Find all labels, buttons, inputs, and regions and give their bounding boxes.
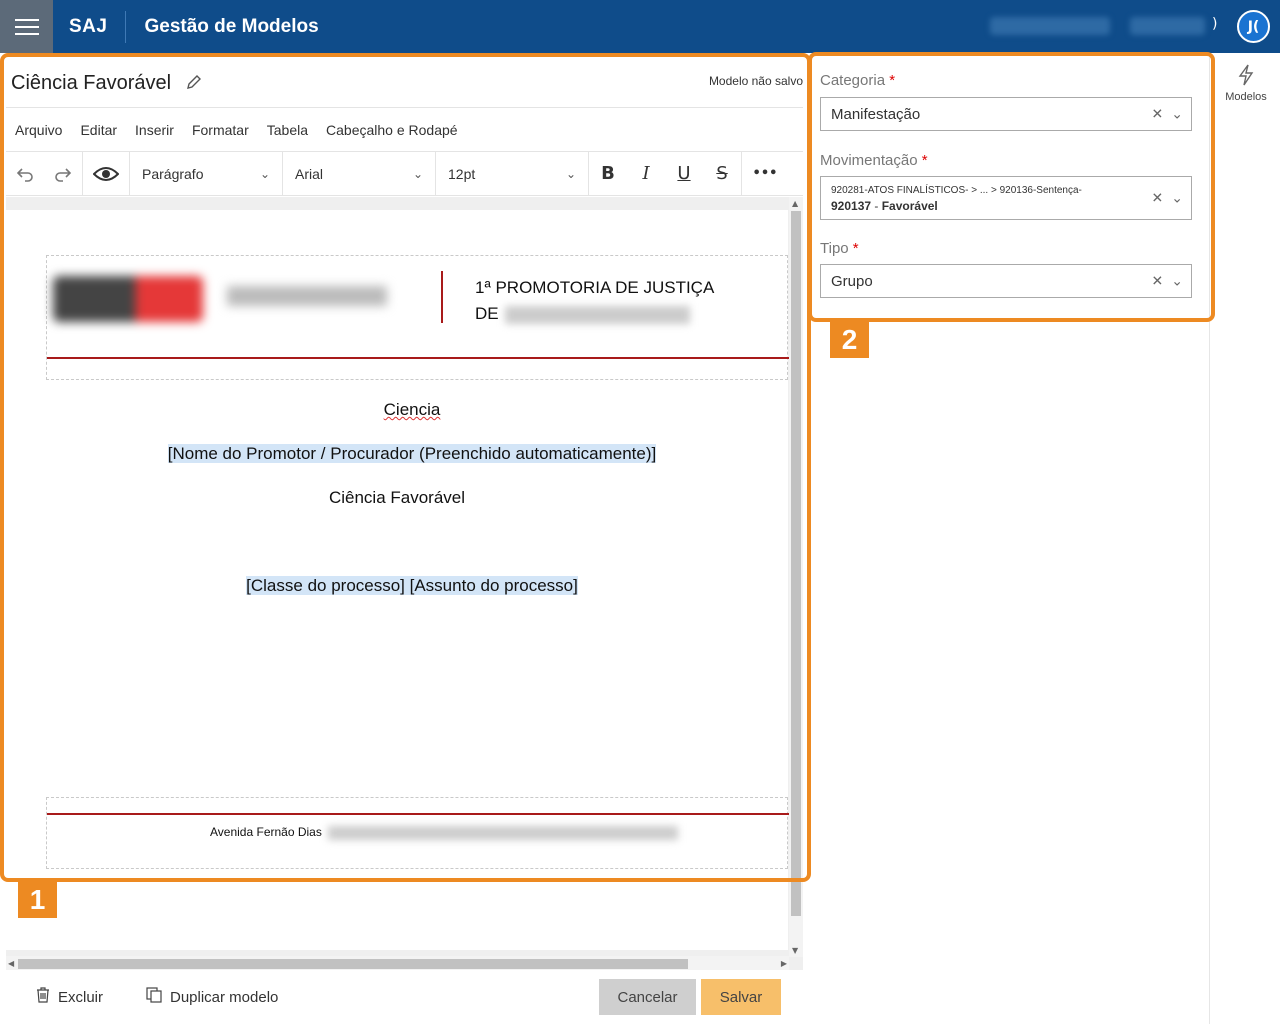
page-header[interactable]: 1ª PROMOTORIA DE JUSTIÇA DE xyxy=(46,255,789,380)
modelos-sidebar-button[interactable]: Modelos xyxy=(1212,64,1280,103)
brand-logo[interactable]: SAJ xyxy=(69,16,107,38)
menu-icon[interactable] xyxy=(0,0,53,53)
movimentacao-code: 920137 xyxy=(831,199,872,213)
page-footer[interactable]: Avenida Fernão Dias xyxy=(46,797,789,869)
promotoria-name-blurred xyxy=(504,305,690,324)
edit-pencil-icon[interactable] xyxy=(185,73,203,95)
paragraph-select-value: Parágrafo xyxy=(142,165,204,182)
copy-icon xyxy=(146,987,162,1007)
menu-editar[interactable]: Editar xyxy=(80,122,117,138)
menu-formatar[interactable]: Formatar xyxy=(192,122,249,138)
clear-icon[interactable]: ✕ xyxy=(1152,273,1164,290)
header-paren: ) xyxy=(1212,16,1218,32)
chevron-down-icon[interactable]: ⌄ xyxy=(1171,273,1183,290)
document-canvas[interactable]: 1ª PROMOTORIA DE JUSTIÇA DE Ciencia [Nom… xyxy=(6,197,803,970)
menu-bar: Arquivo Editar Inserir Formatar Tabela C… xyxy=(6,108,803,152)
trash-icon xyxy=(36,987,50,1007)
delete-button[interactable]: Excluir xyxy=(36,979,103,1015)
more-options-button[interactable]: ••• xyxy=(742,152,788,196)
menu-cabecalho-rodape[interactable]: Cabeçalho e Rodapé xyxy=(326,122,458,138)
chevron-down-icon: ⌄ xyxy=(565,166,576,181)
chevron-down-icon[interactable]: ⌄ xyxy=(1171,190,1183,207)
paragraph-select[interactable]: Parágrafo ⌄ xyxy=(130,152,282,196)
user-org-blurred xyxy=(1130,17,1205,35)
footer-address-blurred xyxy=(327,825,678,840)
clear-icon[interactable]: ✕ xyxy=(1152,106,1164,123)
strikethrough-button[interactable]: S xyxy=(703,152,741,196)
doc-title[interactable]: Ciência Favorável xyxy=(11,72,171,95)
scroll-up-icon[interactable]: ▲ xyxy=(792,199,798,208)
vertical-scrollbar[interactable]: ▲ ▼ xyxy=(789,197,803,957)
categoria-label: Categoria * xyxy=(820,72,896,89)
menu-arquivo[interactable]: Arquivo xyxy=(15,122,62,138)
horizontal-scroll-thumb[interactable] xyxy=(18,959,688,969)
chevron-down-icon: ⌄ xyxy=(412,166,423,181)
delete-label: Excluir xyxy=(58,988,104,1006)
size-select-value: 12pt xyxy=(448,165,476,182)
bold-button[interactable]: B xyxy=(589,152,627,196)
chevron-down-icon[interactable]: ⌄ xyxy=(1171,106,1183,123)
scroll-left-icon[interactable]: ◀ xyxy=(8,959,14,968)
movimentacao-label: Movimentação * xyxy=(820,152,928,169)
movimentacao-name: Favorável xyxy=(881,199,938,213)
clear-icon[interactable]: ✕ xyxy=(1152,190,1164,207)
footer-red-rule xyxy=(47,813,789,815)
document-page[interactable]: 1ª PROMOTORIA DE JUSTIÇA DE Ciencia [Nom… xyxy=(6,210,789,950)
mpsp-logo xyxy=(53,276,203,322)
avatar[interactable]: J( xyxy=(1237,10,1270,43)
horizontal-scrollbar[interactable]: ◀ ▶ xyxy=(6,956,789,970)
duplicate-button[interactable]: Duplicar modelo xyxy=(146,979,278,1015)
menu-tabela[interactable]: Tabela xyxy=(267,122,308,138)
lightning-icon xyxy=(1212,64,1280,91)
vertical-scroll-thumb[interactable] xyxy=(791,211,801,916)
tipo-select[interactable]: Grupo ✕ ⌄ xyxy=(820,264,1192,298)
editor-area: Ciência Favorável Modelo não salvo Arqui… xyxy=(6,60,803,970)
font-select[interactable]: Arial ⌄ xyxy=(283,152,435,196)
font-select-value: Arial xyxy=(295,165,324,182)
preview-eye-icon[interactable] xyxy=(83,152,129,196)
doc-header: Ciência Favorável Modelo não salvo xyxy=(6,60,803,108)
save-status: Modelo não salvo xyxy=(708,74,803,88)
header-red-rule xyxy=(47,357,789,359)
format-toolbar: Parágrafo ⌄ Arial ⌄ 12pt ⌄ B I U S ••• xyxy=(6,151,803,196)
categoria-value: Manifestação xyxy=(831,105,921,123)
user-info-blurred xyxy=(990,17,1110,35)
scroll-right-icon[interactable]: ▶ xyxy=(781,959,787,968)
save-button[interactable]: Salvar xyxy=(701,979,781,1015)
callout-badge-1: 1 xyxy=(18,882,57,918)
redo-icon[interactable] xyxy=(44,152,82,196)
logo-text-blurred xyxy=(227,286,387,306)
placeholder-nome-promotor[interactable]: [Nome do Promotor / Procurador (Preenchi… xyxy=(167,444,657,463)
header-vertical-rule xyxy=(441,271,443,323)
movimentacao-select[interactable]: 920281-ATOS FINALÍSTICOS- > ... > 920136… xyxy=(820,176,1192,220)
doc-line-favoravel: Ciência Favorável xyxy=(328,488,466,507)
categoria-select[interactable]: Manifestação ✕ ⌄ xyxy=(820,97,1192,131)
placeholder-classe-assunto[interactable]: [Classe do processo] [Assunto do process… xyxy=(246,576,578,595)
app-title: Gestão de Modelos xyxy=(144,15,319,37)
footer-address-text: Avenida Fernão Dias xyxy=(210,825,322,839)
modelos-label: Modelos xyxy=(1225,91,1267,103)
footer-address: Avenida Fernão Dias xyxy=(210,825,678,840)
callout-badge-2: 2 xyxy=(830,322,869,358)
scroll-down-icon[interactable]: ▼ xyxy=(792,946,798,955)
cancel-button[interactable]: Cancelar xyxy=(599,979,696,1015)
size-select[interactable]: 12pt ⌄ xyxy=(436,152,588,196)
underline-button[interactable]: U xyxy=(665,152,703,196)
duplicate-label: Duplicar modelo xyxy=(170,988,279,1006)
italic-button[interactable]: I xyxy=(627,152,665,196)
tipo-label: Tipo * xyxy=(820,240,859,257)
promotoria-line1: 1ª PROMOTORIA DE JUSTIÇA xyxy=(475,278,715,297)
side-divider xyxy=(1209,53,1210,1024)
header-divider xyxy=(125,10,127,43)
menu-inserir[interactable]: Inserir xyxy=(135,122,174,138)
chevron-down-icon: ⌄ xyxy=(259,166,270,181)
promotoria-text: 1ª PROMOTORIA DE JUSTIÇA DE xyxy=(475,275,714,327)
bottom-action-bar: Excluir Duplicar modelo Cancelar Salvar xyxy=(0,975,805,1024)
model-properties-panel: Categoria * Manifestação ✕ ⌄ Movimentação… xyxy=(815,58,1200,318)
movimentacao-path: 920281-ATOS FINALÍSTICOS- > ... > 920136… xyxy=(831,185,1082,196)
doc-line-ciencia: Ciencia xyxy=(383,400,441,419)
tipo-value: Grupo xyxy=(831,272,873,290)
promotoria-line2: DE xyxy=(475,304,499,323)
undo-icon[interactable] xyxy=(6,152,44,196)
